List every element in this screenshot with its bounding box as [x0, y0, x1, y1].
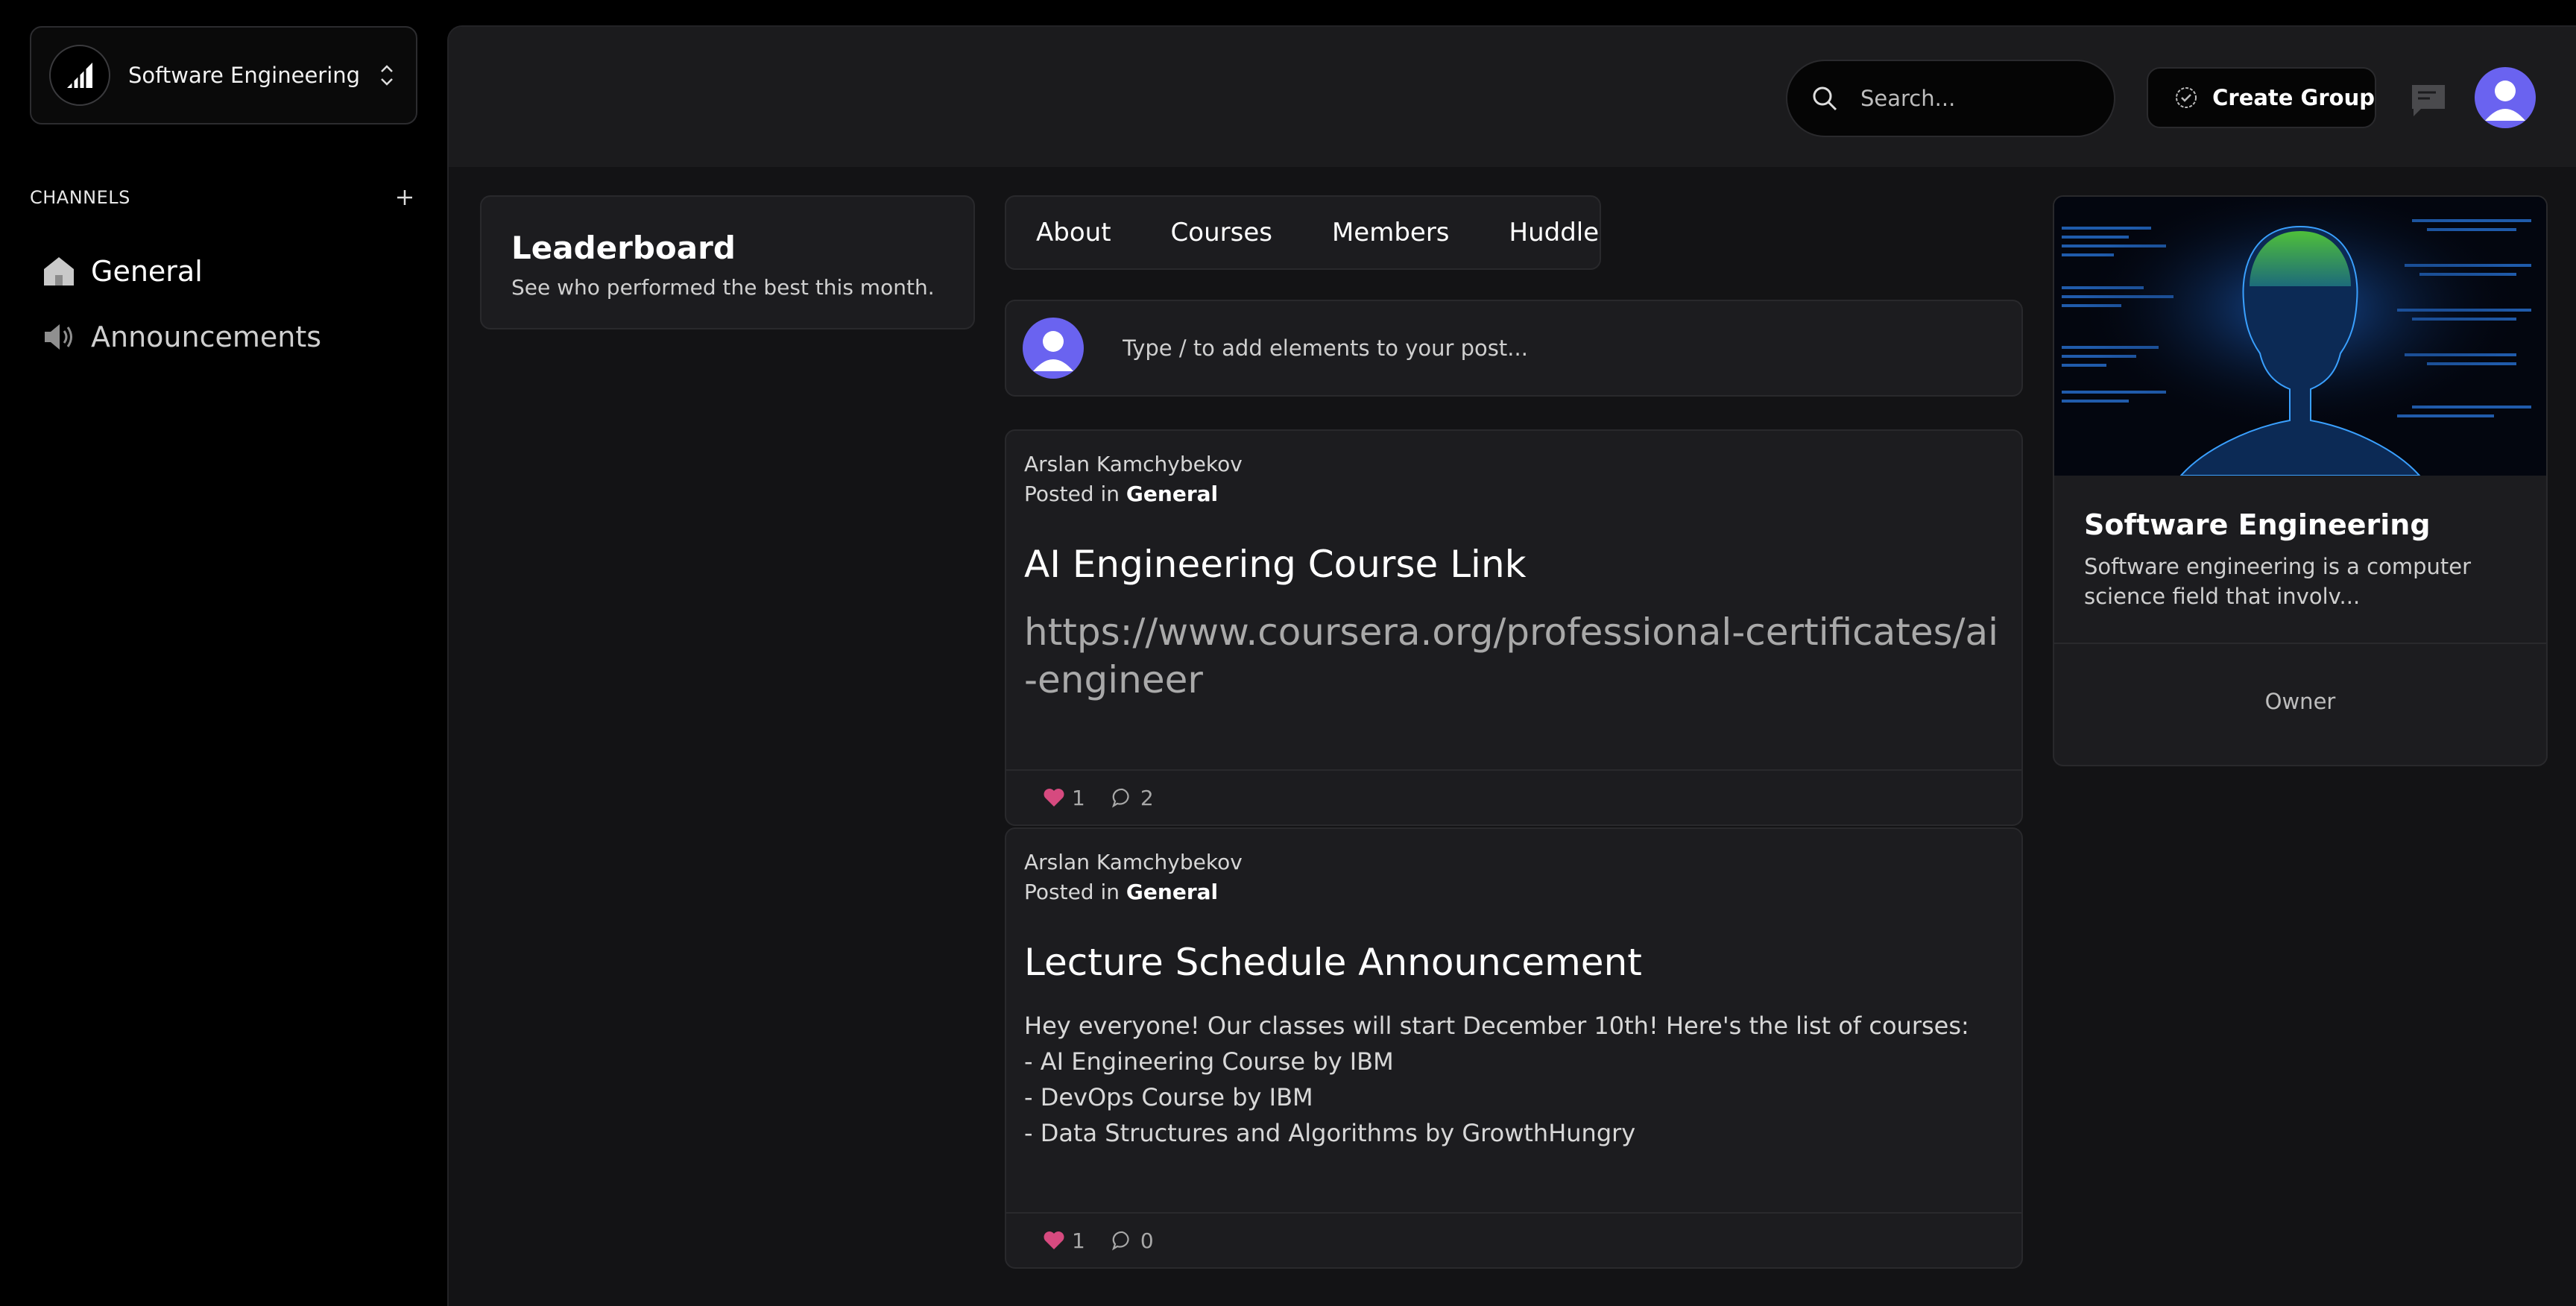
sidebar-item-label: General: [91, 255, 203, 288]
search-box[interactable]: [1786, 60, 2115, 137]
topbar: Create Group: [449, 27, 2576, 167]
post-channel-link[interactable]: General: [1126, 880, 1218, 904]
main-panel: Create Group Leaderboard See who perform…: [447, 25, 2576, 1306]
group-switcher[interactable]: Software Engineering: [30, 26, 417, 124]
post-title: Lecture Schedule Announcement: [1024, 941, 1642, 984]
post-author: Arslan Kamchybekov: [1024, 850, 1243, 874]
role-label: Owner: [2264, 689, 2336, 714]
post-body-line: - DevOps Course by IBM: [1024, 1083, 1313, 1111]
leaderboard-card[interactable]: Leaderboard See who performed the best t…: [480, 195, 975, 329]
like-count: 1: [1072, 1228, 1085, 1253]
leaderboard-title: Leaderboard: [511, 230, 736, 266]
comment-button[interactable]: 2: [1111, 786, 1154, 810]
add-channel-icon[interactable]: [392, 185, 417, 210]
post-body-line: Hey everyone! Our classes will start Dec…: [1024, 1012, 1969, 1040]
post-title: AI Engineering Course Link: [1024, 543, 1527, 586]
post-channel-line: Posted in General: [1024, 482, 1218, 506]
create-group-label: Create Group: [2212, 85, 2375, 110]
channels-title: CHANNELS: [30, 187, 130, 208]
divider: [2054, 643, 2546, 644]
post-body-line: - Data Structures and Algorithms by Grow…: [1024, 1119, 1636, 1147]
tab-huddle[interactable]: Huddle: [1509, 218, 1600, 247]
like-button[interactable]: 1: [1042, 1228, 1085, 1253]
sidebar-item-label: Announcements: [91, 321, 322, 353]
group-logo-icon: [49, 45, 110, 106]
comment-count: 0: [1140, 1228, 1154, 1253]
sidebar: Software Engineering CHANNELS General An…: [0, 0, 447, 1306]
sidebar-item-general[interactable]: General: [42, 249, 414, 294]
post-link[interactable]: https://www.coursera.org/professional-ce…: [1024, 608, 2001, 704]
posted-in-label: Posted in: [1024, 482, 1126, 506]
post-footer: 1 0: [1006, 1212, 2021, 1267]
posted-in-label: Posted in: [1024, 880, 1126, 904]
heart-icon: [1042, 786, 1066, 810]
comment-icon: [1111, 1228, 1134, 1252]
speaker-icon: [42, 320, 76, 354]
group-info-card: Software Engineering Software engineerin…: [2053, 195, 2548, 766]
post-body: Hey everyone! Our classes will start Dec…: [1024, 1008, 2001, 1151]
avatar: [1023, 318, 1084, 379]
search-input[interactable]: [1860, 86, 2084, 111]
group-card-description: Software engineering is a computer scien…: [2084, 554, 2472, 609]
post-channel-line: Posted in General: [1024, 880, 1218, 904]
search-icon: [1810, 83, 1840, 113]
channels-header: CHANNELS: [30, 185, 417, 210]
tab-about[interactable]: About: [1036, 218, 1111, 247]
group-name: Software Engineering: [128, 63, 361, 88]
tab-members[interactable]: Members: [1332, 218, 1450, 247]
post-channel-link[interactable]: General: [1126, 482, 1218, 506]
group-banner-image: [2054, 197, 2546, 476]
comment-count: 2: [1140, 785, 1154, 810]
leaderboard-subtitle: See who performed the best this month.: [511, 275, 935, 300]
sidebar-item-announcements[interactable]: Announcements: [42, 315, 414, 359]
post-composer-input[interactable]: [1123, 335, 1942, 361]
user-avatar[interactable]: [2475, 67, 2536, 128]
badge-check-icon: [2174, 84, 2199, 111]
post-footer: 1 2: [1006, 769, 2021, 824]
heart-icon: [1042, 1228, 1066, 1252]
comment-icon: [1111, 786, 1134, 810]
group-card-title: Software Engineering: [2084, 508, 2431, 541]
like-count: 1: [1072, 785, 1085, 810]
post-card[interactable]: Arslan Kamchybekov Posted in General Lec…: [1005, 827, 2023, 1269]
post-composer: [1005, 300, 2023, 397]
post-body-line: - AI Engineering Course by IBM: [1024, 1047, 1394, 1076]
chevron-up-down-icon[interactable]: [376, 60, 398, 90]
post-author: Arslan Kamchybekov: [1024, 452, 1243, 476]
chat-icon[interactable]: [2409, 81, 2448, 119]
like-button[interactable]: 1: [1042, 786, 1085, 810]
create-group-button[interactable]: Create Group: [2147, 67, 2376, 128]
post-card[interactable]: Arslan Kamchybekov Posted in General AI …: [1005, 429, 2023, 826]
group-tabs: About Courses Members Huddle: [1005, 195, 1601, 270]
tab-courses[interactable]: Courses: [1171, 218, 1272, 247]
comment-button[interactable]: 0: [1111, 1228, 1154, 1253]
home-icon: [42, 254, 76, 288]
